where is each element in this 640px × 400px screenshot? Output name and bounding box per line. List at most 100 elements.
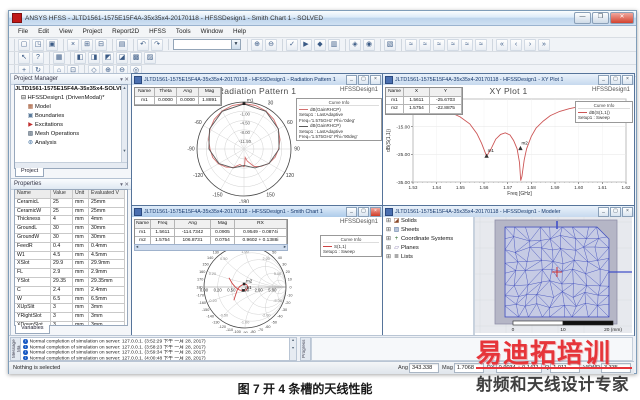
property-value[interactable]: 25 bbox=[51, 198, 73, 208]
property-value[interactable]: 3mm bbox=[89, 313, 125, 322]
project-tab[interactable]: Project bbox=[15, 168, 45, 177]
child-close-button[interactable]: × bbox=[370, 75, 381, 85]
property-value[interactable]: 3 bbox=[51, 313, 73, 322]
property-value[interactable]: mm bbox=[73, 251, 89, 261]
nav-last-icon[interactable]: » bbox=[538, 38, 550, 51]
help-pointer-icon[interactable]: ? bbox=[32, 52, 44, 64]
property-value[interactable]: 4.5 bbox=[51, 251, 73, 261]
child-close-button[interactable]: × bbox=[622, 207, 633, 217]
property-value[interactable]: 25mm bbox=[89, 198, 125, 208]
maximize-button[interactable]: ❐ bbox=[592, 12, 609, 24]
nav-prev-icon[interactable]: ‹ bbox=[510, 38, 522, 51]
message-scrollbar[interactable]: ▲ ▼ bbox=[289, 337, 297, 361]
open-icon[interactable]: ◳ bbox=[32, 38, 44, 51]
child-minimize-button[interactable]: _ bbox=[598, 75, 609, 85]
wave-2-icon[interactable]: ≈ bbox=[419, 38, 431, 51]
property-value[interactable]: 6.5 bbox=[51, 295, 73, 305]
modeler-tree-item-lists[interactable]: ⊞ ≣ Lists bbox=[383, 253, 473, 262]
zoom-out-icon[interactable]: ⊖ bbox=[265, 38, 277, 51]
model-mode-icon[interactable]: ◪ bbox=[116, 52, 128, 64]
combo-dropdown-icon[interactable]: ▼ bbox=[231, 40, 240, 49]
undo-icon[interactable]: ↶ bbox=[137, 38, 149, 51]
property-value[interactable]: 0.4mm bbox=[89, 242, 125, 252]
expand-icon[interactable]: ⊞ bbox=[385, 226, 392, 235]
property-name[interactable]: YSlot bbox=[15, 277, 51, 287]
zoom-in-icon[interactable]: ⊕ bbox=[251, 38, 263, 51]
property-value[interactable]: 3 bbox=[51, 304, 73, 314]
property-value[interactable]: mm bbox=[73, 313, 89, 322]
modeler-tree-item-sheets[interactable]: ⊞ ▨ Sheets bbox=[383, 226, 473, 235]
wave-6-icon[interactable]: ≈ bbox=[475, 38, 487, 51]
expand-icon[interactable]: ⊞ bbox=[385, 244, 392, 253]
wave-1-icon[interactable]: ≈ bbox=[405, 38, 417, 51]
child-minimize-button[interactable]: _ bbox=[346, 75, 357, 85]
nav-first-icon[interactable]: « bbox=[496, 38, 508, 51]
property-value[interactable]: 2.9 bbox=[51, 269, 73, 278]
child-minimize-button[interactable]: _ bbox=[346, 207, 357, 217]
wave-5-icon[interactable]: ≈ bbox=[461, 38, 473, 51]
property-name[interactable]: CeramicW bbox=[15, 207, 51, 217]
progress-tab[interactable]: Progress bbox=[300, 337, 311, 361]
wave-3-icon[interactable]: ≈ bbox=[433, 38, 445, 51]
close-button[interactable]: ✕ bbox=[610, 12, 634, 24]
vertex-mode-icon[interactable]: ◩ bbox=[102, 52, 114, 64]
tree-vscrollbar[interactable]: ▲ ▼ bbox=[121, 85, 127, 168]
child-maximize-button[interactable]: ▢ bbox=[358, 75, 369, 85]
property-value[interactable]: mm bbox=[73, 225, 89, 234]
tree-item-model[interactable]: ▦ Model bbox=[15, 103, 127, 112]
tree-item-analysis[interactable]: ⊛ Analysis bbox=[15, 139, 127, 148]
group-mode-icon[interactable]: ▨ bbox=[144, 52, 156, 64]
multi-mode-icon[interactable]: ▩ bbox=[130, 52, 142, 64]
property-value[interactable]: 3mm bbox=[89, 304, 125, 314]
menu-item-file[interactable]: File bbox=[13, 28, 33, 35]
property-name[interactable]: W1 bbox=[15, 251, 51, 261]
property-value[interactable]: 4mm bbox=[89, 216, 125, 226]
property-value[interactable]: 25 bbox=[51, 207, 73, 217]
modeler-canvas[interactable]: 0 10 20 (mm) bbox=[475, 217, 632, 333]
expand-icon[interactable]: ⊞ bbox=[385, 217, 392, 226]
property-name[interactable]: GroundL bbox=[15, 225, 51, 234]
property-value[interactable]: 0.4 bbox=[51, 242, 73, 252]
property-value[interactable]: mm bbox=[73, 242, 89, 252]
tree-item-boundaries[interactable]: ▣ Boundaries bbox=[15, 112, 127, 121]
nav-next-icon[interactable]: › bbox=[524, 38, 536, 51]
menu-item-view[interactable]: View bbox=[54, 28, 78, 35]
property-name[interactable]: YRightSlot bbox=[15, 313, 51, 322]
save-icon[interactable]: ▣ bbox=[46, 38, 58, 51]
radiation-icon[interactable]: ◉ bbox=[363, 38, 375, 51]
property-value[interactable]: mm bbox=[73, 216, 89, 226]
property-value[interactable]: 30 bbox=[51, 225, 73, 234]
property-value[interactable]: 29.9mm bbox=[89, 260, 125, 270]
property-value[interactable]: 4 bbox=[51, 216, 73, 226]
menu-item-hfss[interactable]: HFSS bbox=[144, 28, 171, 35]
child-maximize-button[interactable]: ▢ bbox=[358, 207, 369, 217]
expand-icon[interactable]: ⊞ bbox=[385, 253, 392, 262]
property-name[interactable]: GroundW bbox=[15, 233, 51, 243]
property-value[interactable]: 3mm bbox=[89, 321, 125, 325]
marker-table-hscrollbar[interactable]: ◄ ► bbox=[134, 244, 288, 251]
minimize-button[interactable]: — bbox=[574, 12, 591, 24]
menu-item-edit[interactable]: Edit bbox=[33, 28, 54, 35]
property-value[interactable]: 30 bbox=[51, 233, 73, 243]
property-value[interactable]: 6.5mm bbox=[89, 295, 125, 305]
analyze-all-icon[interactable]: ▶ bbox=[300, 38, 312, 51]
new-icon[interactable]: ▢ bbox=[18, 38, 30, 51]
modeler-tree-item-solids[interactable]: ⊞ ◪ Solids bbox=[383, 217, 473, 226]
modeler-tree-item-planes[interactable]: ⊞ ▱ Planes bbox=[383, 244, 473, 253]
menu-item-help[interactable]: Help bbox=[228, 28, 251, 35]
validate-icon[interactable]: ✓ bbox=[286, 38, 298, 51]
property-value[interactable]: mm bbox=[73, 198, 89, 208]
property-value[interactable]: 29.35mm bbox=[89, 277, 125, 287]
property-value[interactable]: 4.5mm bbox=[89, 251, 125, 261]
child-minimize-button[interactable]: _ bbox=[598, 207, 609, 217]
redo-icon[interactable]: ↷ bbox=[151, 38, 163, 51]
child-close-button[interactable]: × bbox=[622, 75, 633, 85]
print-icon[interactable]: ▤ bbox=[116, 38, 128, 51]
boundary-display-icon[interactable]: ▧ bbox=[384, 38, 396, 51]
property-value[interactable]: 2.4 bbox=[51, 286, 73, 296]
fields-icon[interactable]: ◈ bbox=[349, 38, 361, 51]
cut-icon[interactable]: × bbox=[67, 38, 79, 51]
select-icon[interactable]: ↖ bbox=[18, 52, 30, 64]
face-mode-icon[interactable]: ◧ bbox=[74, 52, 86, 64]
property-value[interactable]: mm bbox=[73, 207, 89, 217]
